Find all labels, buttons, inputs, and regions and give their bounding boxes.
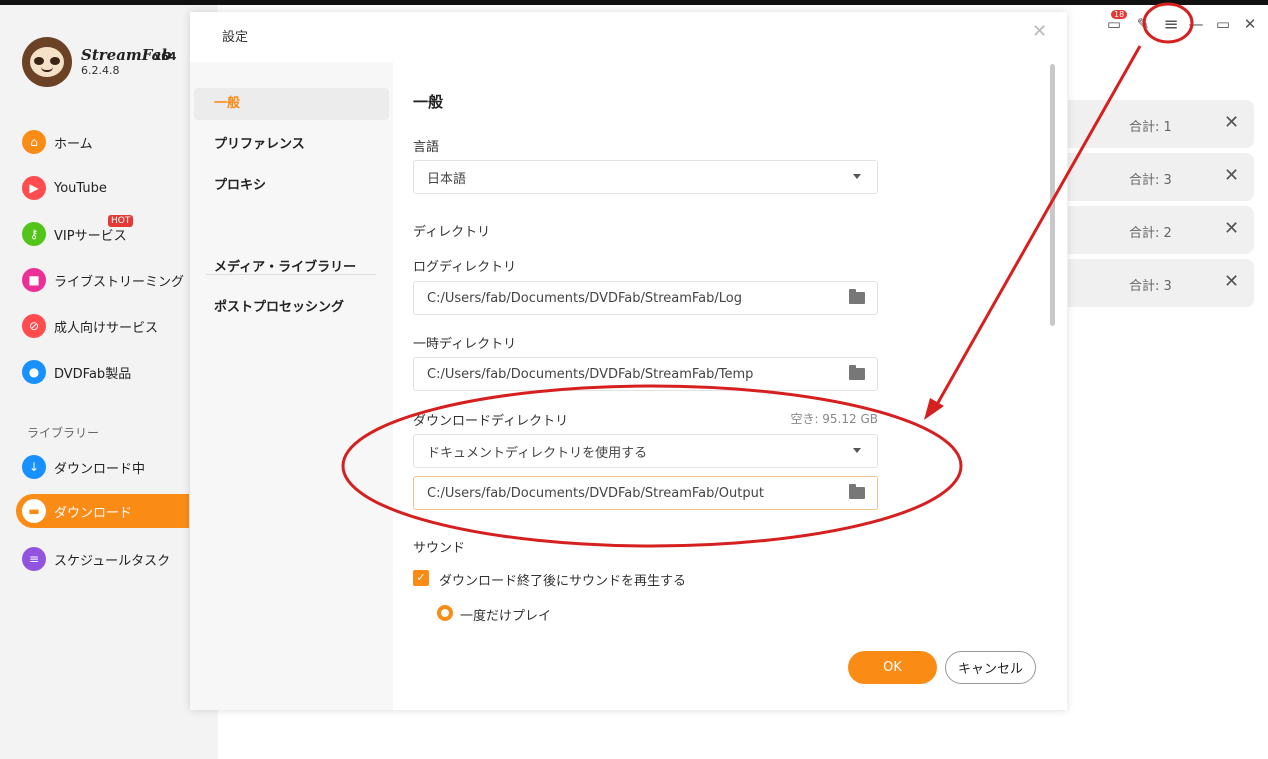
folder-icon: ▬ — [22, 499, 46, 523]
log-dir-field[interactable]: C:/Users/fab/Documents/DVDFab/StreamFab/… — [413, 281, 878, 315]
sidebar-item-label: DVDFab製品 — [54, 366, 132, 382]
sidebar-item-youtube[interactable]: ▶ YouTube — [16, 171, 189, 205]
download-dir-field[interactable]: C:/Users/fab/Documents/DVDFab/StreamFab/… — [413, 476, 878, 510]
sidebar-item-label: YouTube — [54, 180, 107, 196]
settings-tab-proxy[interactable]: プロキシ — [194, 170, 389, 202]
remove-icon[interactable]: ✕ — [1224, 165, 1239, 186]
item-total: 合計: 2 — [1129, 226, 1172, 241]
settings-content: 一般 言語 日本語 ディレクトリ ログディレクトリ C:/Users/fab/D… — [393, 62, 1067, 628]
remove-icon[interactable]: ✕ — [1224, 271, 1239, 292]
app-window: StreamFab x64 6.2.4.8 ⌂ ホーム ▶ YouTube ⚷ … — [0, 0, 1268, 759]
sidebar-item-label: ライブストリーミング — [54, 274, 185, 290]
live-camera-icon: ■ — [22, 268, 46, 292]
cancel-button[interactable]: キャンセル — [945, 651, 1036, 684]
app-version: 6.2.4.8 — [81, 64, 120, 77]
streamfab-logo-icon — [22, 37, 72, 87]
language-value: 日本語 — [427, 171, 467, 187]
language-label: 言語 — [413, 140, 440, 155]
ok-button[interactable]: OK — [848, 651, 937, 684]
sound-label: サウンド — [413, 541, 466, 556]
sidebar-item-vip[interactable]: ⚷ VIPサービス — [16, 217, 189, 251]
remove-icon[interactable]: ✕ — [1224, 112, 1239, 133]
item-total: 合計: 1 — [1129, 120, 1172, 135]
library-section-label: ライブラリー — [27, 426, 100, 440]
download-dir-label: ダウンロードディレクトリ — [413, 414, 569, 429]
notification-count-badge: 18 — [1111, 10, 1128, 19]
list-item[interactable]: 合計: 3 ✕ — [1068, 153, 1254, 201]
log-dir-value: C:/Users/fab/Documents/DVDFab/StreamFab/… — [427, 290, 743, 306]
sidebar-item-downloading[interactable]: ↓ ダウンロード中 — [16, 450, 189, 484]
log-dir-label: ログディレクトリ — [413, 260, 517, 275]
free-space: 空き: 95.12 GB — [790, 412, 878, 426]
maximize-icon[interactable]: ▭ — [1213, 12, 1233, 36]
sidebar-item-downloaded[interactable]: ▬ ダウンロード — [16, 494, 189, 528]
settings-dialog: 設定 ✕ 一般 プリファレンス プロキシ メディア・ライブラリー ポストプロセッ… — [190, 12, 1067, 710]
home-icon: ⌂ — [22, 130, 46, 154]
download-dir-mode-select[interactable]: ドキュメントディレクトリを使用する — [413, 434, 878, 468]
sidebar-item-label: ホーム — [54, 136, 93, 152]
sidebar-item-live-streaming[interactable]: ■ ライブストリーミング — [16, 263, 189, 297]
key-icon: ⚷ — [22, 222, 46, 246]
temp-dir-label: 一時ディレクトリ — [413, 337, 517, 352]
settings-tab-post-processing[interactable]: ポストプロセッシング — [194, 292, 389, 324]
sidebar: StreamFab x64 6.2.4.8 ⌂ ホーム ▶ YouTube ⚷ … — [0, 5, 218, 759]
app-arch: x64 — [154, 50, 177, 63]
sidebar-item-home[interactable]: ⌂ ホーム — [16, 125, 189, 159]
sidebar-item-dvdfab-products[interactable]: ● DVDFab製品 — [16, 355, 189, 389]
download-arrow-icon: ↓ — [22, 455, 46, 479]
directory-label: ディレクトリ — [413, 225, 491, 240]
folder-browse-icon[interactable] — [849, 484, 865, 499]
sidebar-item-label: スケジュールタスク — [54, 553, 171, 569]
sidebar-item-label: ダウンロード中 — [54, 461, 146, 477]
dialog-title: 設定 — [222, 30, 249, 45]
play-once-label: 一度だけプレイ — [460, 609, 552, 624]
settings-tab-general[interactable]: 一般 — [194, 88, 389, 120]
minimize-icon[interactable]: — — [1187, 12, 1205, 36]
adult-restricted-icon: ⊘ — [22, 314, 46, 338]
play-once-radio[interactable] — [437, 605, 453, 621]
folder-browse-icon[interactable] — [849, 365, 865, 380]
folder-browse-icon[interactable] — [849, 289, 865, 304]
menu-icon[interactable]: ≡ — [1160, 12, 1182, 36]
item-total: 合計: 3 — [1129, 279, 1172, 294]
schedule-list-icon: ≡ — [22, 547, 46, 571]
youtube-icon: ▶ — [22, 176, 46, 200]
download-dir-value: C:/Users/fab/Documents/DVDFab/StreamFab/… — [427, 485, 764, 501]
sidebar-item-label: ダウンロード — [54, 505, 133, 521]
sidebar-item-adult-services[interactable]: ⊘ 成人向けサービス — [16, 309, 189, 343]
list-item[interactable]: 合計: 3 ✕ — [1068, 259, 1254, 307]
list-item[interactable]: 合計: 2 ✕ — [1068, 206, 1254, 254]
sidebar-item-label: 成人向けサービス — [54, 320, 159, 336]
language-select[interactable]: 日本語 — [413, 160, 878, 194]
settings-tab-preferences[interactable]: プリファレンス — [194, 129, 389, 161]
settings-nav: 一般 プリファレンス プロキシ メディア・ライブラリー ポストプロセッシング — [190, 62, 393, 710]
play-sound-checkbox[interactable]: ✓ — [413, 570, 429, 586]
settings-tab-media-library[interactable]: メディア・ライブラリー — [194, 252, 389, 284]
hot-badge: HOT — [108, 215, 134, 227]
dvdfab-icon: ● — [22, 360, 46, 384]
close-icon[interactable]: ✕ — [1032, 21, 1047, 42]
download-dir-mode-value: ドキュメントディレクトリを使用する — [427, 445, 648, 461]
sidebar-item-scheduled-tasks[interactable]: ≡ スケジュールタスク — [16, 542, 189, 576]
list-item[interactable]: 合計: 1 ✕ — [1068, 100, 1254, 148]
sidebar-item-label: VIPサービス — [54, 228, 127, 244]
temp-dir-field[interactable]: C:/Users/fab/Documents/DVDFab/StreamFab/… — [413, 357, 878, 391]
temp-dir-value: C:/Users/fab/Documents/DVDFab/StreamFab/… — [427, 366, 754, 382]
content-scrollbar[interactable] — [1050, 64, 1055, 326]
chevron-down-icon — [853, 448, 861, 453]
item-total: 合計: 3 — [1129, 173, 1172, 188]
close-window-icon[interactable]: ✕ — [1240, 12, 1260, 36]
play-sound-label: ダウンロード終了後にサウンドを再生する — [439, 574, 687, 589]
remove-icon[interactable]: ✕ — [1224, 218, 1239, 239]
section-title: 一般 — [413, 93, 444, 111]
chevron-down-icon — [853, 174, 861, 179]
feedback-icon[interactable]: ✎ — [1134, 12, 1152, 36]
